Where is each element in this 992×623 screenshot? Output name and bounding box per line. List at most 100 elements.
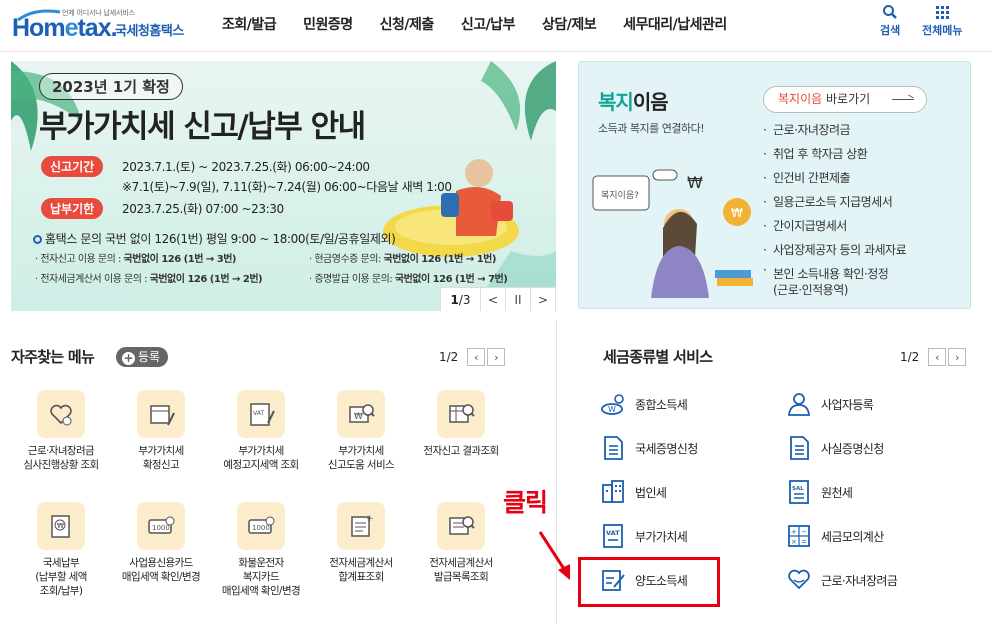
svg-text:₩: ₩ [687, 173, 703, 192]
logo-korean-name: 국세청홈택스 [115, 24, 184, 39]
svg-text:₩: ₩ [731, 206, 743, 220]
welfare-subtitle: 소득과 복지를 연결하다! [598, 122, 705, 135]
svg-text:+: + [791, 528, 797, 536]
service-tax-simulation[interactable]: + − × = 세금모의계산 [786, 523, 884, 549]
service-business-registration[interactable]: 사업자등록 [786, 391, 874, 417]
svg-text:W: W [608, 405, 616, 414]
banner-slider-controls: 1/3 < II > [440, 287, 556, 311]
fm-e-filing-result[interactable]: 전자신고 결과조회 [411, 390, 511, 458]
filing-period-tag: 신고기간 [41, 156, 104, 177]
add-frequent-menu-button[interactable]: + 등록 [116, 347, 169, 367]
nav-application-submission[interactable]: 신청/제출 [380, 14, 435, 34]
fm-e-invoice-issue-list[interactable]: 전자세금계산서 발급목록조회 [411, 502, 511, 584]
document-lines-icon [600, 435, 626, 461]
fm-e-invoice-summary[interactable]: + 전자세금계산서 합계표조회 [311, 502, 411, 584]
services-next-button[interactable]: › [948, 348, 967, 366]
welfare-shortcut-button[interactable]: 복지이음 바로가기 [763, 86, 927, 113]
hometax-logo[interactable]: 언제 어디서나 납세서비스 Hometax. 국세청홈택스 [12, 6, 192, 46]
building-icon [600, 479, 626, 505]
banner-title: 부가가치세 신고/납부 안내 [39, 109, 366, 145]
service-tax-certificate[interactable]: 국세증명신청 [600, 435, 698, 461]
svg-text:+: + [366, 514, 374, 524]
hand-heart-icon [786, 567, 812, 593]
tax-services-title: 세금종류별 서비스 [603, 348, 713, 366]
search-button[interactable]: 검색 [880, 4, 900, 38]
svg-text:×: × [791, 538, 797, 546]
nav-civil-certificate[interactable]: 민원증명 [303, 14, 353, 34]
site-header: 언제 어디서나 납세서비스 Hometax. 국세청홈택스 조회/발급 민원증명… [0, 0, 992, 52]
person-icon [786, 391, 812, 417]
logo-wordmark: Hometax. [12, 14, 118, 42]
service-corporate-tax[interactable]: 법인세 [600, 479, 667, 505]
won-receipt-icon: ₩ [37, 502, 85, 550]
welfare-item[interactable]: 본인 소득내용 확인·정정(근로·인적용역) [761, 262, 906, 298]
service-fact-certificate[interactable]: 사실증명신청 [786, 435, 884, 461]
cash-receipt-inquiry: · 현금영수증 문의: 국번없이 126 (1번 → 1번) [309, 254, 496, 265]
svg-text:₩: ₩ [57, 522, 64, 530]
service-vat[interactable]: VAT 부가가치세 [600, 523, 688, 549]
nav-filing-payment[interactable]: 신고/납부 [461, 14, 516, 34]
e-invoice-inquiry: · 전자세금계산서 이용 문의 : 국번없이 126 (1번 → 2번) [35, 274, 263, 285]
welfare-item[interactable]: 간이지급명세서 [761, 214, 906, 238]
table-magnifier-icon [437, 390, 485, 438]
salary-slip-icon: SAL [786, 479, 812, 505]
hometax-inquiry-line: 홈택스 문의 국번 없이 126(1번) 평일 9:00 ~ 18:00(토/일… [33, 230, 396, 247]
frequent-page-indicator: 1/2 [439, 350, 459, 364]
welfare-link-panel: 복지이음 소득과 복지를 연결하다! 복지이음 바로가기 근로·자녀장려금 취업… [578, 61, 971, 309]
svg-text:복지이음?: 복지이음? [601, 190, 639, 201]
calendar-pen-icon [137, 390, 185, 438]
welfare-item[interactable]: 사업장제공자 등의 과세자료 [761, 238, 907, 262]
svg-text:=: = [801, 538, 807, 546]
service-global-income-tax[interactable]: W 종합소득세 [600, 391, 688, 417]
main-navigation: 조회/발급 민원증명 신청/제출 신고/납부 상담/제보 세무대리/납세관리 [222, 14, 754, 34]
capital-gains-highlight-box [578, 557, 720, 607]
service-withholding-tax[interactable]: SAL 원천세 [786, 479, 853, 505]
nav-consult-report[interactable]: 상담/제보 [542, 14, 597, 34]
banner-pause-button[interactable]: II [506, 288, 531, 311]
e-filing-inquiry: · 전자신고 이용 문의 : 국번없이 126 (1번 → 3번) [35, 254, 236, 265]
card-1000-icon: 1000 [137, 502, 185, 550]
certificate-inquiry: · 증명발급 이용 문의: 국번없이 126 (1번 → 7번) [309, 274, 508, 285]
welfare-service-list: 근로·자녀장려금 취업 후 학자금 상환 인건비 간편제출 일용근로소득 지급명… [761, 118, 907, 298]
document-lines-icon [786, 435, 812, 461]
frequent-next-button[interactable]: › [487, 348, 506, 366]
all-menu-button[interactable]: 전체메뉴 [922, 4, 962, 38]
services-prev-button[interactable]: ‹ [928, 348, 947, 366]
banner-prev-button[interactable]: < [481, 288, 506, 311]
fm-vat-final-return[interactable]: 부가가치세 확정신고 [111, 390, 211, 472]
payment-deadline-text: 2023.7.25.(화) 07:00 ~23:30 [122, 202, 284, 216]
fm-truck-driver-welfare-card[interactable]: 1000 화물운전자 복지카드 매입세액 확인/변경 [211, 502, 311, 598]
fm-vat-filing-help[interactable]: ₩ 부가가치세 신고도움 서비스 [311, 390, 411, 472]
hand-heart-icon [37, 390, 85, 438]
welfare-item[interactable]: 일용근로소득 지급명세서 [761, 190, 906, 214]
search-icon [883, 5, 898, 19]
vat-notice-banner[interactable]: 2023년 1기 확정 부가가치세 신고/납부 안내 신고기간 2023.7.1… [11, 61, 556, 311]
nav-tax-agent[interactable]: 세무대리/납세관리 [623, 14, 727, 34]
fm-vat-preliminary-notice[interactable]: VAT 부가가치세 예정고지세액 조회 [211, 390, 311, 472]
welfare-item[interactable]: 인건비 간편제출 [761, 166, 906, 190]
won-magnifier-icon: ₩ [337, 390, 385, 438]
banner-page-indicator: 1/3 [441, 288, 481, 311]
welfare-woman-illustration: 복지이음? ₩ ₩ [592, 169, 753, 298]
service-earned-income-credit[interactable]: 근로·자녀장려금 [786, 567, 898, 593]
svg-text:₩: ₩ [354, 412, 363, 422]
grid-menu-icon [936, 6, 950, 19]
fm-business-card-input-tax[interactable]: 1000 사업용신용카드 매입세액 확인/변경 [111, 502, 211, 584]
calculator-icon: + − × = [786, 523, 812, 549]
welfare-item[interactable]: 근로·자녀장려금 [761, 118, 906, 142]
banner-next-button[interactable]: > [531, 288, 556, 311]
frequent-prev-button[interactable]: ‹ [467, 348, 486, 366]
fm-earned-income-credit-status[interactable]: 근로·자녀장려금 심사진행상황 조회 [11, 390, 111, 472]
fm-national-tax-payment[interactable]: ₩ 국세납부 (납부할 세액 조회/납부) [11, 502, 111, 598]
filing-period-note: ※7.1(토)~7.9(일), 7.11(화)~7.24(월) 06:00~다음… [122, 180, 452, 194]
svg-text:1000: 1000 [252, 524, 270, 532]
svg-text:VAT: VAT [253, 410, 264, 417]
invoice-magnifier-icon [437, 502, 485, 550]
bullet-ring-icon [33, 235, 42, 244]
payment-deadline-tag: 납부기한 [41, 198, 104, 219]
nav-inquiry-issue[interactable]: 조회/발급 [222, 14, 277, 34]
welfare-item[interactable]: 취업 후 학자금 상환 [761, 142, 906, 166]
vat-document-icon: VAT [237, 390, 285, 438]
annotation-arrow-icon [538, 531, 570, 580]
vat-document-icon: VAT [600, 523, 626, 549]
